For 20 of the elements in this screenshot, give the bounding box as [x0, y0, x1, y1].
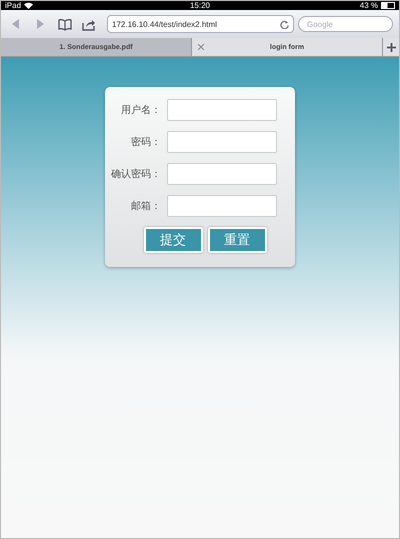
field-label: 确认密码：	[110, 168, 161, 181]
submit-button[interactable]: 提交	[144, 227, 202, 253]
address-field[interactable]: 172.16.10.44/test/index2.html	[107, 15, 294, 33]
search-field[interactable]: Google	[298, 16, 393, 32]
close-icon[interactable]	[198, 44, 204, 50]
battery-icon	[381, 2, 395, 9]
device-name: iPad	[5, 1, 22, 10]
clock-time: 15:20	[190, 1, 210, 10]
input-field[interactable]	[167, 195, 277, 217]
input-field[interactable]	[167, 131, 277, 153]
reset-button[interactable]: 重置	[208, 227, 266, 253]
field-label: 用户名：	[120, 104, 161, 117]
battery-level: 43 %	[360, 1, 378, 10]
input-field[interactable]	[167, 163, 277, 185]
field-label: 密码：	[130, 136, 161, 149]
wifi-icon	[24, 2, 34, 9]
input-field[interactable]	[167, 99, 277, 121]
reload-icon[interactable]	[280, 20, 289, 28]
field-label: 邮箱：	[130, 200, 161, 213]
new-tab-icon[interactable]	[383, 38, 399, 56]
